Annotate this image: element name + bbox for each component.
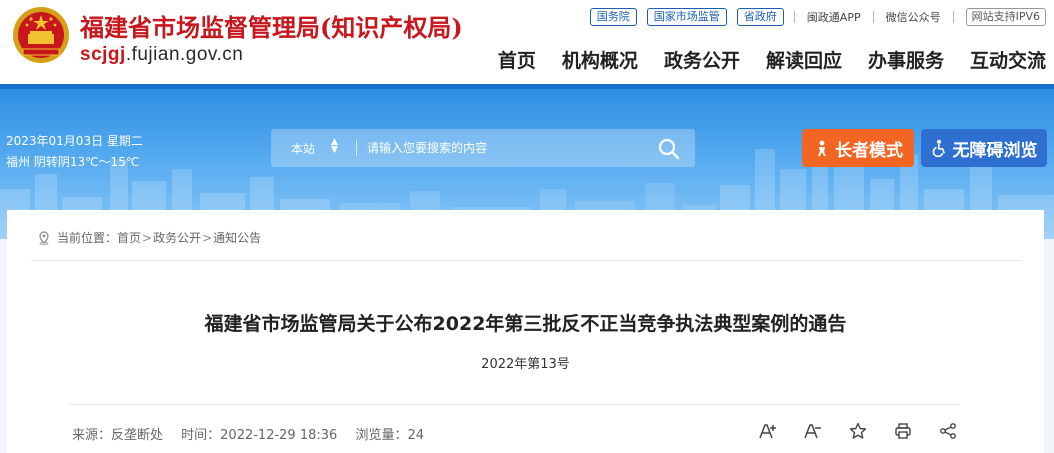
search-bar: 本站 ▲ ▼ xyxy=(271,129,695,167)
domain-rest: .fujian.gov.cn xyxy=(125,44,244,65)
article-title: 福建省市场监管局关于公布2022年第三批反不正当竞争执法典型案例的通告 xyxy=(204,313,847,335)
elder-mode-button[interactable]: 长者模式 xyxy=(802,129,914,167)
location-icon xyxy=(39,230,49,245)
divider xyxy=(69,404,959,405)
divider xyxy=(872,11,874,23)
article-source: 来源：反垄断处 xyxy=(72,428,164,443)
article-tools xyxy=(757,420,982,442)
article-card: 当前位置： 首页 > 政务公开 > 通知公告 福建省市场监管局关于公布2022年… xyxy=(7,210,1044,453)
weather-text: 福州 阴转阴13℃～15℃ xyxy=(6,155,140,169)
link-provincial-gov[interactable]: 省政府 xyxy=(736,8,784,26)
nav-services[interactable]: 办事服务 xyxy=(868,46,944,73)
chevron-updown-icon[interactable]: ▲ ▼ xyxy=(331,138,338,155)
breadcrumb-notices[interactable]: 通知公告 xyxy=(213,229,261,246)
national-emblem-icon[interactable] xyxy=(11,5,71,65)
search-scope-select[interactable]: 本站 xyxy=(291,140,315,157)
article-meta: 来源：反垄断处 时间：2022-12-29 18:36 浏览量：24 xyxy=(72,424,438,443)
article-views: 浏览量：24 xyxy=(355,428,424,443)
link-wechat[interactable]: 微信公众号 xyxy=(886,9,941,25)
date-weather: 2023年01月03日 星期二 福州 阴转阴13℃～15℃ xyxy=(6,131,143,173)
nav-public-affairs[interactable]: 政务公开 xyxy=(664,46,740,73)
divider xyxy=(31,260,1021,261)
domain-prefix: scjgj xyxy=(80,44,126,65)
breadcrumb: 当前位置： 首页 > 政务公开 > 通知公告 xyxy=(37,229,261,246)
nav-about[interactable]: 机构概况 xyxy=(562,46,638,73)
breadcrumb-separator: > xyxy=(142,230,153,245)
site-title[interactable]: 福建省市场监督管理局(知识产权局) xyxy=(80,8,463,43)
print-icon[interactable] xyxy=(892,420,914,442)
search-input[interactable] xyxy=(367,137,637,159)
search-icon[interactable] xyxy=(657,137,681,161)
link-state-council[interactable]: 国务院 xyxy=(589,8,637,26)
site-header: 福建省市场监督管理局(知识产权局) scjgj.fujian.gov.cn 国务… xyxy=(0,0,1054,86)
top-links: 国务院 国家市场监管 省政府 闽政通APP 微信公众号 网站支持IPV6 xyxy=(589,7,1054,27)
breadcrumb-public-affairs[interactable]: 政务公开 xyxy=(153,229,201,246)
nav-interpretation[interactable]: 解读回应 xyxy=(766,46,842,73)
font-increase-icon[interactable] xyxy=(757,420,779,442)
accessibility-button[interactable]: 无障碍浏览 xyxy=(921,129,1047,167)
divider xyxy=(952,11,954,23)
breadcrumb-home[interactable]: 首页 xyxy=(117,229,141,246)
date-text: 2023年01月03日 星期二 xyxy=(6,134,143,148)
nav-home[interactable]: 首页 xyxy=(498,46,536,73)
divider xyxy=(356,140,357,156)
elder-icon xyxy=(818,140,826,156)
article-time: 时间：2022-12-29 18:36 xyxy=(181,428,338,443)
share-icon[interactable] xyxy=(937,420,959,442)
link-samr[interactable]: 国家市场监管 xyxy=(646,8,727,26)
site-domain: scjgj.fujian.gov.cn xyxy=(80,44,243,66)
divider xyxy=(793,11,795,23)
accessibility-label: 无障碍浏览 xyxy=(952,140,1038,161)
nav-interaction[interactable]: 互动交流 xyxy=(970,46,1046,73)
ipv6-badge: 网站支持IPV6 xyxy=(965,8,1046,26)
wheelchair-icon xyxy=(932,139,945,157)
document-number: 2022年第13号 xyxy=(481,357,570,372)
font-decrease-icon[interactable] xyxy=(802,420,824,442)
breadcrumb-separator: > xyxy=(202,230,213,245)
link-app[interactable]: 闽政通APP xyxy=(807,9,861,25)
breadcrumb-prefix: 当前位置： xyxy=(57,231,118,245)
elder-mode-label: 长者模式 xyxy=(835,140,903,161)
star-icon[interactable] xyxy=(847,420,869,442)
main-nav: 首页 机构概况 政务公开 解读回应 办事服务 互动交流 xyxy=(472,46,1046,73)
